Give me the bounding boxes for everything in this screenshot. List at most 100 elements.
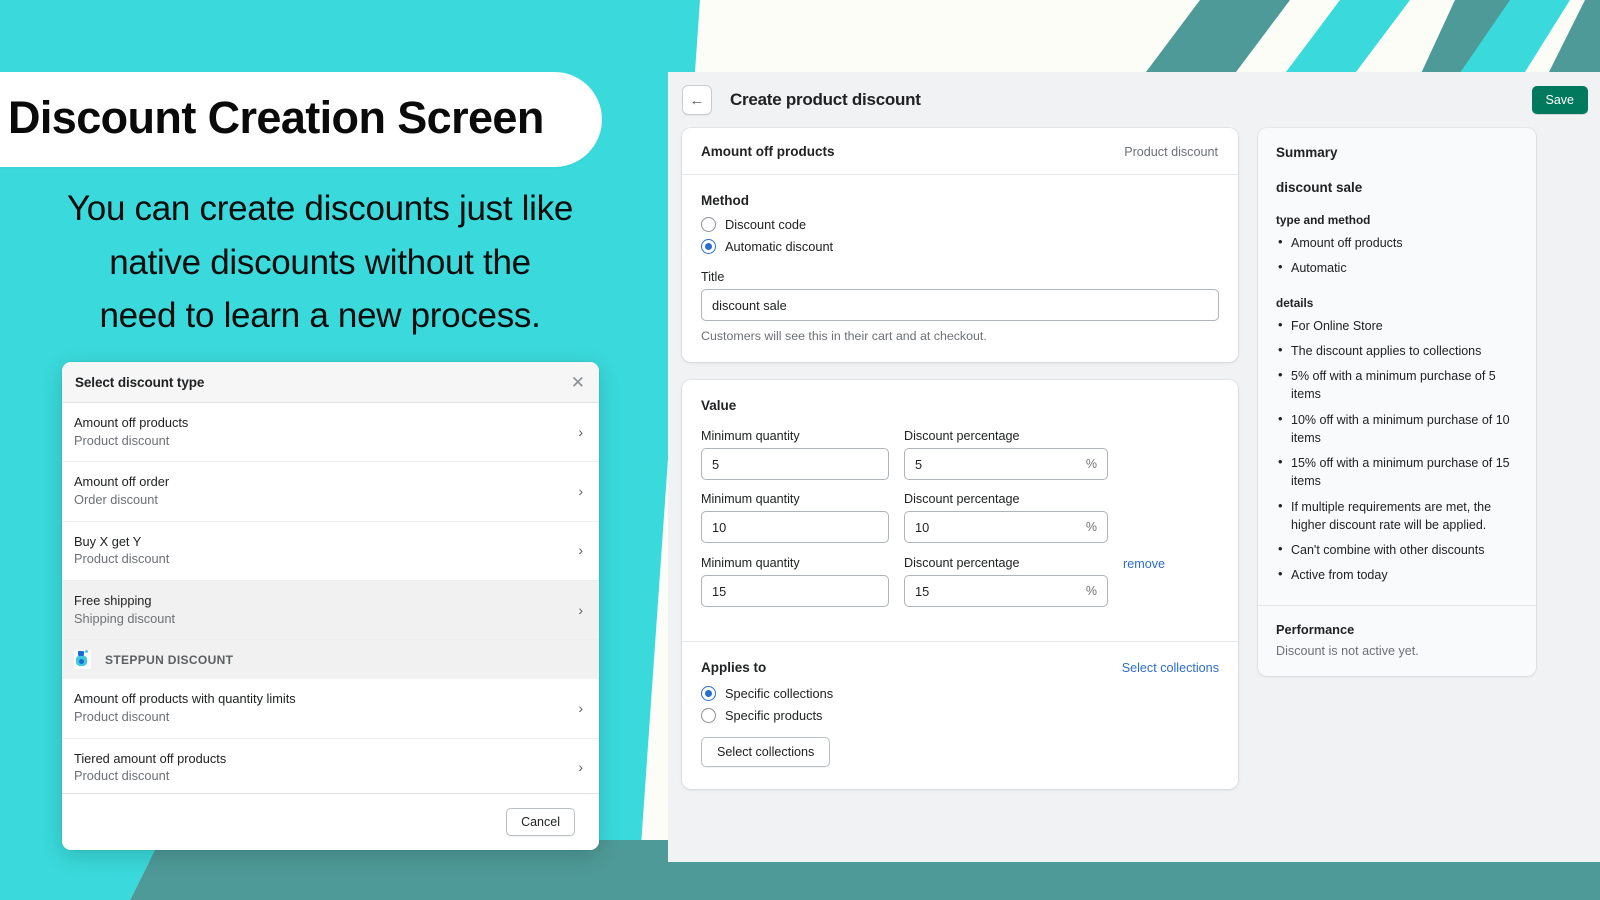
summary-heading: Summary <box>1276 145 1338 160</box>
select-collections-button[interactable]: Select collections <box>701 737 831 767</box>
arrow-left-icon[interactable]: ← <box>682 85 712 115</box>
list-item[interactable]: Amount off products with quantity limits… <box>62 679 599 739</box>
modal-footer: Cancel <box>62 793 599 850</box>
modal-title: Select discount type <box>75 374 205 390</box>
tier-qty-cell: Minimum quantity 5 <box>701 429 889 480</box>
list-item: If multiple requirements are met, the hi… <box>1276 497 1518 535</box>
percent-suffix: % <box>1085 457 1097 471</box>
tier-pct-cell: Discount percentage 5 % <box>904 429 1108 480</box>
radio-icon-selected <box>701 239 716 254</box>
title-field-label: Title <box>701 270 725 284</box>
list-item: 10% off with a minimum purchase of 10 it… <box>1276 410 1518 448</box>
discount-percentage-label: Discount percentage <box>904 556 1020 570</box>
discount-type-card-header: Amount off products Product discount <box>682 128 1238 175</box>
tier-pct-cell: Discount percentage 15 % <box>904 556 1108 607</box>
remove-tier-link[interactable]: remove <box>1123 557 1165 571</box>
method-section: Method Discount code Automatic discount … <box>682 175 1238 362</box>
chevron-right-icon: › <box>578 699 583 716</box>
performance-heading: Performance <box>1276 621 1355 637</box>
value-card: Value Minimum quantity 5 Discount percen… <box>682 380 1238 789</box>
discount-percentage-input[interactable]: 15 % <box>904 575 1108 607</box>
list-item[interactable]: Free shipping Shipping discount › <box>62 580 599 641</box>
radio-label: Automatic discount <box>725 239 834 254</box>
performance-text: Discount is not active yet. <box>1276 643 1419 658</box>
tier-action-cell: remove <box>1123 555 1219 607</box>
applies-to-title: Applies to <box>701 660 767 675</box>
chevron-right-icon: › <box>578 482 583 499</box>
radio-label: Specific collections <box>725 686 834 701</box>
list-item: Active from today <box>1276 565 1518 584</box>
summary-type-method-list: Amount off products Automatic <box>1276 233 1518 278</box>
list-item[interactable]: Amount off order Order discount › <box>62 462 599 522</box>
discount-percentage-label: Discount percentage <box>904 492 1020 506</box>
modal-body: Amount off products Product discount › A… <box>62 403 599 793</box>
chevron-right-icon: › <box>578 759 583 776</box>
tier-grid: Minimum quantity 5 Discount percentage 5… <box>701 429 1219 619</box>
close-icon[interactable]: ✕ <box>571 374 585 391</box>
percent-suffix: % <box>1085 584 1097 598</box>
radio-discount-code[interactable]: Discount code <box>701 217 1219 232</box>
list-item[interactable]: Tiered amount off products Product disco… <box>62 738 599 793</box>
summary-body: Summary discount sale type and method Am… <box>1258 128 1536 605</box>
screenshot-root: Discount Creation Screen You can create … <box>0 0 1600 900</box>
applies-to-header: Applies to Select collections <box>701 660 1219 675</box>
discount-type-badge: Product discount <box>1124 144 1218 159</box>
value-section-title: Value <box>701 398 737 413</box>
discount-type-card-title: Amount off products <box>701 144 835 159</box>
title-input[interactable]: discount sale <box>701 289 1219 321</box>
chevron-right-icon: › <box>578 423 583 440</box>
radio-icon-selected <box>701 686 716 701</box>
discount-type-card: Amount off products Product discount Met… <box>682 128 1238 362</box>
cancel-button[interactable]: Cancel <box>506 808 575 836</box>
app-group-header: STEPPUN DISCOUNT <box>62 640 599 680</box>
min-quantity-input[interactable]: 5 <box>701 448 889 480</box>
discount-percentage-input[interactable]: 10 % <box>904 511 1108 543</box>
summary-type-method-label: type and method <box>1276 213 1371 227</box>
chevron-right-icon: › <box>578 542 583 559</box>
radio-label: Discount code <box>725 217 807 232</box>
summary-discount-name: discount sale <box>1276 180 1363 195</box>
marketing-body: You can create discounts just like nativ… <box>0 182 640 343</box>
summary-card: Summary discount sale type and method Am… <box>1258 128 1536 676</box>
save-button[interactable]: Save <box>1531 86 1588 114</box>
list-item: The discount applies to collections <box>1276 341 1518 360</box>
discount-type-name: Amount off products with quantity limits <box>74 691 296 707</box>
discount-type-sub: Shipping discount <box>74 610 176 626</box>
applies-to-section: Applies to Select collections Specific c… <box>682 641 1238 789</box>
list-item: 5% off with a minimum purchase of 5 item… <box>1276 366 1518 404</box>
page-headline: Discount Creation Screen <box>8 92 544 143</box>
admin-window: ← Create product discount Save Amount of… <box>668 72 1600 862</box>
radio-label: Specific products <box>725 708 823 723</box>
select-collections-link[interactable]: Select collections <box>1122 661 1219 675</box>
min-quantity-input[interactable]: 15 <box>701 575 889 607</box>
discount-type-sub: Product discount <box>74 551 170 567</box>
radio-automatic-discount[interactable]: Automatic discount <box>701 239 1219 254</box>
discount-type-name: Amount off order <box>74 474 170 490</box>
radio-specific-collections[interactable]: Specific collections <box>701 686 1219 701</box>
marketing-body-line-3: need to learn a new process. <box>99 296 541 336</box>
app-group-label: STEPPUN DISCOUNT <box>105 652 234 667</box>
value-section: Value Minimum quantity 5 Discount percen… <box>682 380 1238 641</box>
summary-details-label: details <box>1276 295 1314 310</box>
marketing-body-line-2: native discounts without the <box>109 242 531 282</box>
min-quantity-input[interactable]: 10 <box>701 511 889 543</box>
list-item[interactable]: Amount off products Product discount › <box>62 403 599 463</box>
list-item[interactable]: Buy X get Y Product discount › <box>62 521 599 581</box>
min-quantity-label: Minimum quantity <box>701 556 800 570</box>
modal-header: Select discount type ✕ <box>62 362 599 403</box>
discount-type-name: Free shipping <box>74 592 152 608</box>
radio-specific-products[interactable]: Specific products <box>701 708 1219 723</box>
discount-percentage-input[interactable]: 5 % <box>904 448 1108 480</box>
discount-type-name: Tiered amount off products <box>74 750 227 766</box>
topbar-left: ← Create product discount <box>682 85 921 115</box>
headline-pill: Discount Creation Screen <box>0 72 602 168</box>
discount-percentage-value: 10 <box>915 519 930 535</box>
chevron-right-icon: › <box>578 601 583 618</box>
discount-type-sub: Product discount <box>74 768 170 784</box>
percent-suffix: % <box>1085 520 1097 534</box>
discount-type-sub: Order discount <box>74 491 158 507</box>
admin-columns: Amount off products Product discount Met… <box>668 128 1600 789</box>
list-item: For Online Store <box>1276 315 1518 335</box>
admin-topbar: ← Create product discount Save <box>668 72 1600 128</box>
discount-type-sub: Product discount <box>74 708 170 724</box>
